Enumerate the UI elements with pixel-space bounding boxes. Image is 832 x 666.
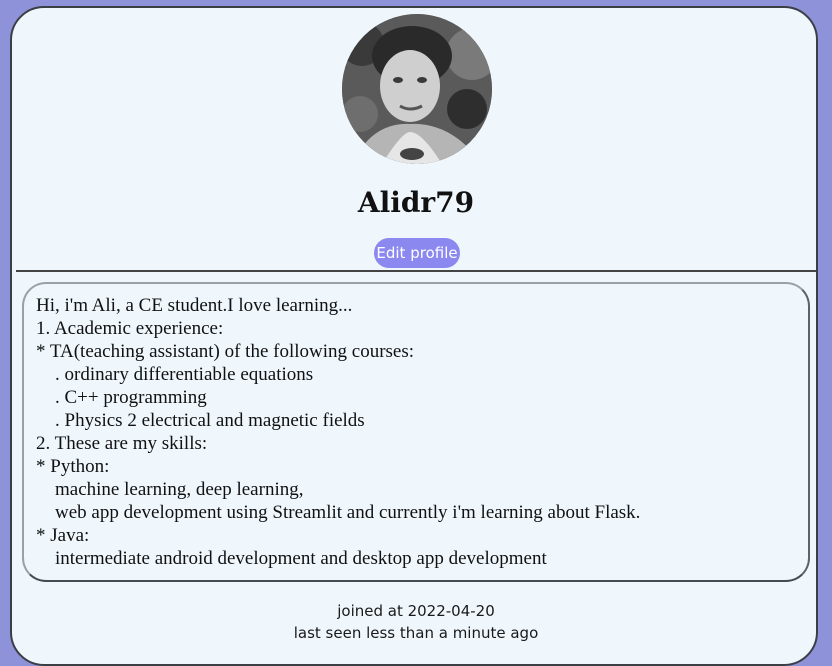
bio-line: * TA(teaching assistant) of the followin…	[36, 341, 415, 362]
bio-line: . Physics 2 electrical and magnetic fiel…	[36, 410, 365, 431]
bio-line: * Python:	[36, 456, 110, 477]
bio-line: . ordinary differentiable equations	[36, 364, 314, 385]
last-seen-status: last seen less than a minute ago	[293, 624, 539, 642]
profile-card: Alidr79 Edit profile Hi, i'm Ali, a CE s…	[10, 6, 818, 666]
bio-line: . C++ programming	[36, 387, 207, 408]
edit-profile-button[interactable]: Edit profile	[374, 238, 460, 268]
bio-line: Hi, i'm Ali, a CE student.I love learnin…	[36, 295, 353, 316]
section-divider	[16, 270, 816, 272]
bio-line: 1. Academic experience:	[36, 318, 224, 339]
bio-line: * Java:	[36, 525, 90, 546]
bio-box: Hi, i'm Ali, a CE student.I love learnin…	[22, 282, 810, 582]
joined-date: joined at 2022-04-20	[337, 602, 495, 620]
profile-username: Alidr79	[357, 186, 475, 219]
profile-avatar	[342, 14, 492, 164]
bio-line: 2. These are my skills:	[36, 433, 208, 454]
bio-line: web app development using Streamlit and …	[36, 502, 641, 523]
person-photo-icon	[342, 14, 492, 164]
bio-line: intermediate android development and des…	[36, 548, 547, 569]
bio-line: machine learning, deep learning,	[36, 479, 304, 500]
